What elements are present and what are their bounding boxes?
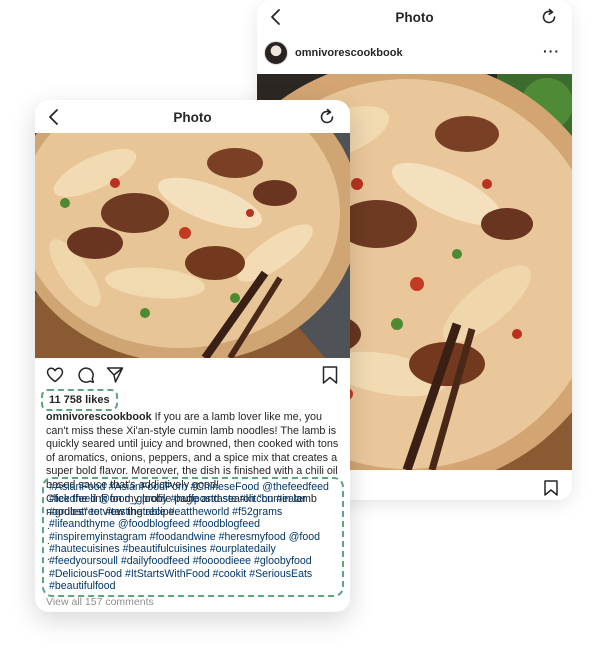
avatar[interactable] <box>264 41 288 65</box>
post-actions <box>35 365 350 389</box>
username[interactable]: omnivorescookbook <box>295 47 403 59</box>
back-arrow-icon[interactable] <box>269 8 283 26</box>
more-options-icon[interactable]: ··· <box>543 43 560 59</box>
hashtags-block[interactable]: #AsianFood #AsianFoodPorn #ChineseFood @… <box>42 477 344 597</box>
post-header: Photo <box>257 0 572 34</box>
featured-post-card: Photo 11 758 likes omnivorescookbook If … <box>35 100 350 612</box>
share-icon[interactable] <box>106 366 124 384</box>
post-header: Photo <box>35 100 350 134</box>
page-title: Photo <box>173 109 212 125</box>
bookmark-icon[interactable] <box>322 366 338 384</box>
post-user-bar: omnivorescookbook ··· <box>257 38 572 72</box>
back-arrow-icon[interactable] <box>47 108 61 126</box>
bookmark-icon[interactable] <box>544 480 558 496</box>
refresh-icon[interactable] <box>318 108 336 126</box>
likes-count[interactable]: 11 758 likes <box>41 389 118 411</box>
caption-username[interactable]: omnivorescookbook <box>46 411 152 423</box>
refresh-icon[interactable] <box>540 8 558 26</box>
post-photo[interactable] <box>35 133 350 358</box>
page-title: Photo <box>395 9 434 25</box>
heart-icon[interactable] <box>46 366 64 384</box>
comment-icon[interactable] <box>77 366 95 384</box>
view-all-comments-link[interactable]: View all 157 comments <box>46 596 154 608</box>
